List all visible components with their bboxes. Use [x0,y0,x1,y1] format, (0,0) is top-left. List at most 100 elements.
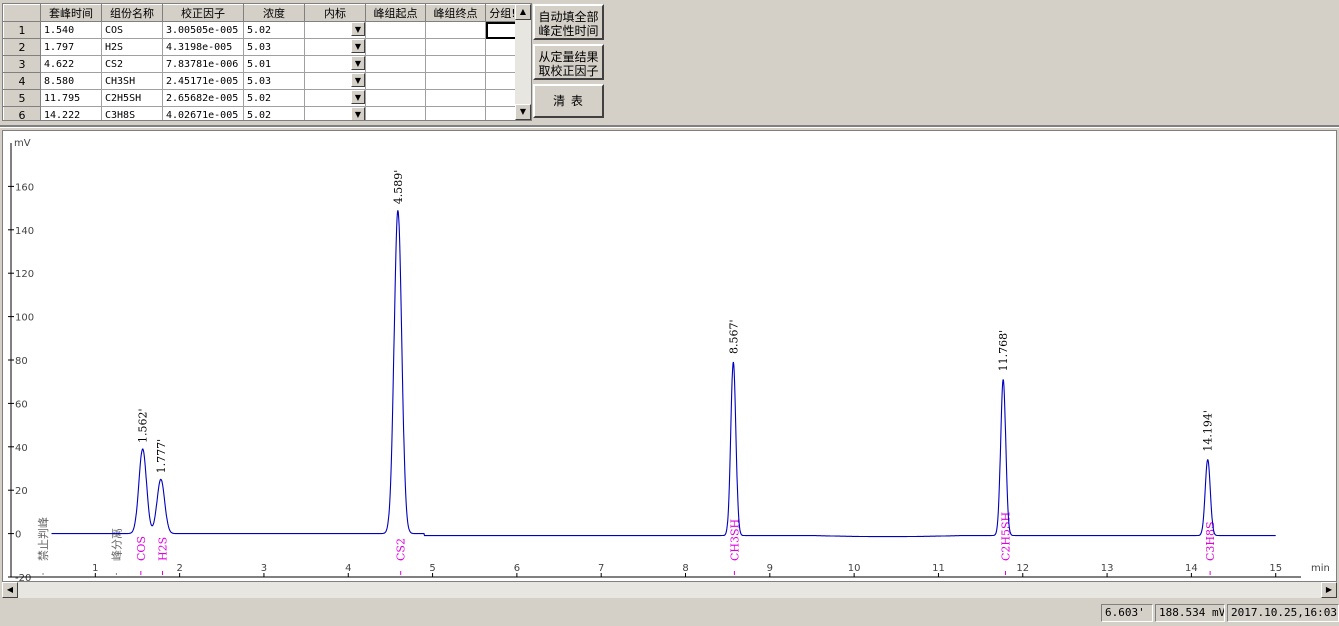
x-tick-label: 12 [1016,563,1029,574]
cell-group-start[interactable] [365,106,426,120]
get-factor-button[interactable]: 从定量结果 取校正因子 [533,44,604,80]
component-label: C2H5SH [999,512,1012,561]
factor-label-line2: 取校正因子 [538,64,599,78]
x-tick-label: 4 [345,563,351,574]
col-header-name[interactable]: 组份名称 [101,4,163,22]
dropdown-arrow-icon[interactable]: ▼ [351,56,365,70]
autofill-retention-time-button[interactable]: 自动填全部 峰定性时间 [533,4,604,40]
calibration-grid[interactable]: 套峰时间 组份名称 校正因子 浓度 内标 峰组起点 峰组终点 分组! 1 1.54… [2,3,532,121]
col-header-factor[interactable]: 校正因子 [162,4,244,22]
cell-factor[interactable]: 4.3198e-005 [162,38,244,56]
cell-istd-select[interactable]: ▼ [304,55,366,73]
cell-istd-select[interactable]: ▼ [304,21,366,39]
cell-factor[interactable]: 2.45171e-005 [162,72,244,90]
dropdown-arrow-icon[interactable]: ▼ [351,22,365,36]
y-tick-label: 100 [15,313,34,324]
cell-group-end[interactable] [425,55,486,73]
x-tick-label: 7 [598,563,604,574]
scroll-left-icon[interactable]: ◀ [2,582,18,598]
dropdown-arrow-icon[interactable]: ▼ [351,107,365,120]
col-header-conc[interactable]: 浓度 [243,4,305,22]
clear-table-button[interactable]: 清 表 [533,84,604,118]
chart-horizontal-scrollbar[interactable]: ◀ ▶ [2,582,1337,598]
peak-label: 1.562' [137,408,150,443]
cell-time[interactable]: 11.795 [40,89,102,107]
x-tick-label: 13 [1101,563,1114,574]
y-tick-label: 40 [15,443,28,454]
cell-group-start[interactable] [365,89,426,107]
cell-time[interactable]: 1.540 [40,21,102,39]
row-number: 1 [3,21,41,39]
cell-group-start[interactable] [365,21,426,39]
cell-group-start[interactable] [365,38,426,56]
chromatogram-view[interactable]: mV -20 0 20 40 60 80 100 120 140 160 1 2 3 4 5 6 7 8 9 10 11 1… [2,130,1337,582]
cell-group-end[interactable] [425,89,486,107]
cell-conc[interactable]: 5.02 [243,21,305,39]
cell-name[interactable]: COS [101,21,163,39]
cell-factor[interactable]: 2.65682e-005 [162,89,244,107]
dropdown-arrow-icon[interactable]: ▼ [351,39,365,53]
dropdown-arrow-icon[interactable]: ▼ [351,90,365,104]
event-marker-label: 禁止判峰 [37,517,50,561]
col-header-group-end[interactable]: 峰组终点 [425,4,486,22]
x-tick-label: 8 [682,563,688,574]
table-row[interactable]: 3 4.622 CS2 7.83781e-006 5.01 ▼ [3,55,520,73]
cell-group-start[interactable] [365,55,426,73]
cell-conc[interactable]: 5.01 [243,55,305,73]
cell-istd-select[interactable]: ▼ [304,106,366,120]
cell-group-end[interactable] [425,21,486,39]
cell-group-end[interactable] [425,72,486,90]
cell-factor[interactable]: 3.00505e-005 [162,21,244,39]
cell-name[interactable]: H2S [101,38,163,56]
col-header-time[interactable]: 套峰时间 [40,4,102,22]
cell-time[interactable]: 14.222 [40,106,102,120]
cell-name[interactable]: C3H8S [101,106,163,120]
cell-conc[interactable]: 5.02 [243,106,305,120]
y-tick-label: 20 [15,486,28,497]
cell-name[interactable]: CH3SH [101,72,163,90]
grid-vertical-scrollbar[interactable]: ▲ ▼ [515,4,531,120]
table-row[interactable]: 2 1.797 H2S 4.3198e-005 5.03 ▼ [3,38,520,56]
cell-istd-select[interactable]: ▼ [304,72,366,90]
table-row[interactable]: 6 14.222 C3H8S 4.02671e-005 5.02 ▼ [3,106,520,120]
component-label: CS2 [395,538,408,561]
cell-time[interactable]: 4.622 [40,55,102,73]
cell-time[interactable]: 8.580 [40,72,102,90]
peak-label: 4.589' [392,170,405,205]
cell-conc[interactable]: 5.03 [243,72,305,90]
cell-istd-select[interactable]: ▼ [304,89,366,107]
col-header-group-start[interactable]: 峰组起点 [365,4,426,22]
cell-name[interactable]: CS2 [101,55,163,73]
cell-group-start[interactable] [365,72,426,90]
dropdown-arrow-icon[interactable]: ▼ [351,73,365,87]
scroll-up-icon[interactable]: ▲ [515,4,531,20]
y-tick-label: 60 [15,399,28,410]
col-header-istd[interactable]: 内标 [304,4,366,22]
cell-group-end[interactable] [425,106,486,120]
table-row[interactable]: 4 8.580 CH3SH 2.45171e-005 5.03 ▼ [3,72,520,90]
component-label: COS [135,536,148,561]
scroll-down-icon[interactable]: ▼ [515,104,531,120]
chromatogram-trace [51,210,1276,538]
cell-time[interactable]: 1.797 [40,38,102,56]
calibration-table: 套峰时间 组份名称 校正因子 浓度 内标 峰组起点 峰组终点 分组! 1 1.54… [3,4,520,120]
x-tick-label: 3 [261,563,267,574]
scroll-right-icon[interactable]: ▶ [1321,582,1337,598]
x-tick-label: 9 [767,563,773,574]
cell-factor[interactable]: 4.02671e-005 [162,106,244,120]
cell-conc[interactable]: 5.02 [243,89,305,107]
row-number: 4 [3,72,41,90]
row-number: 5 [3,89,41,107]
cell-name[interactable]: C2H5SH [101,89,163,107]
cell-factor[interactable]: 7.83781e-006 [162,55,244,73]
y-tick-label: 0 [15,530,21,541]
table-row[interactable]: 5 11.795 C2H5SH 2.65682e-005 5.02 ▼ [3,89,520,107]
cell-istd-select[interactable]: ▼ [304,38,366,56]
cell-group-end[interactable] [425,38,486,56]
table-row[interactable]: 1 1.540 COS 3.00505e-005 5.02 ▼ [3,21,520,39]
cell-conc[interactable]: 5.03 [243,38,305,56]
x-tick-label: 2 [176,563,182,574]
x-tick-label: 1 [92,563,98,574]
panel-separator[interactable] [0,125,1339,128]
peak-label: 1.777' [155,439,168,474]
